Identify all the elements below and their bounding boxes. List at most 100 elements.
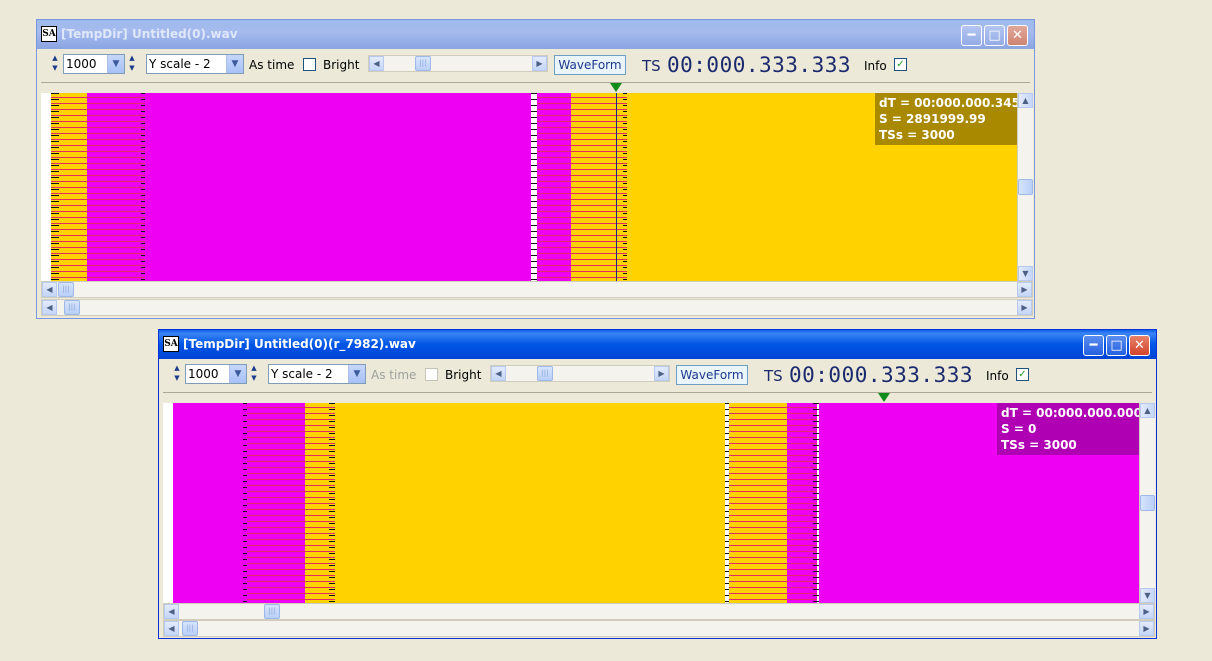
spectrum-window-2: SA [TempDir] Untitled(0)(r_7982).wav ━ □… bbox=[158, 329, 1157, 639]
info-dt: dT = 00:000.000.345 bbox=[879, 96, 1020, 110]
title-bar[interactable]: SA [TempDir] Untitled(0).wav ━ □ ✕ bbox=[37, 20, 1034, 49]
samples-combo[interactable]: 1000 ▼ bbox=[63, 54, 125, 74]
slider-thumb[interactable]: ||| bbox=[537, 366, 553, 381]
app-icon[interactable]: SA bbox=[41, 26, 57, 42]
info-checkbox[interactable]: ✓ bbox=[894, 58, 907, 71]
info-s: S = 2891999.99 bbox=[879, 112, 986, 126]
horizontal-scrollbar[interactable]: ◀ ||| ▶ bbox=[163, 603, 1155, 620]
scroll-left-icon[interactable]: ◀ bbox=[369, 56, 384, 71]
minimize-button[interactable]: ━ bbox=[961, 25, 982, 46]
scroll-right-icon[interactable]: ▶ bbox=[1017, 282, 1032, 297]
samples-value: 1000 bbox=[188, 367, 219, 381]
ts-value: 00:000.333.333 bbox=[667, 53, 852, 77]
samples-spin-left[interactable]: ▲ ▼ bbox=[172, 363, 182, 385]
info-tss: TSs = 3000 bbox=[1001, 438, 1077, 452]
scroll-left-icon[interactable]: ◀ bbox=[164, 604, 179, 619]
spectrum-band bbox=[335, 403, 725, 603]
samples-value: 1000 bbox=[66, 57, 97, 71]
spectrum-band bbox=[145, 93, 531, 281]
scroll-left-icon[interactable]: ◀ bbox=[491, 366, 506, 381]
scroll-down-icon[interactable]: ▼ bbox=[1140, 588, 1155, 603]
position-marker-icon[interactable] bbox=[878, 393, 890, 402]
spectrum-band bbox=[729, 403, 787, 603]
info-checkbox[interactable]: ✓ bbox=[1016, 368, 1029, 381]
window-title: [TempDir] Untitled(0)(r_7982).wav bbox=[183, 337, 416, 351]
scroll-right-icon[interactable]: ▶ bbox=[1017, 300, 1032, 315]
maximize-button[interactable]: □ bbox=[984, 25, 1005, 46]
ts-label: TS bbox=[764, 367, 783, 385]
spectrum-band bbox=[247, 403, 305, 603]
scroll-down-icon[interactable]: ▼ bbox=[1018, 266, 1033, 281]
as-time-label: As time bbox=[371, 368, 417, 382]
spectrum-band bbox=[173, 403, 247, 603]
horizontal-scrollbar[interactable]: ◀ ||| ▶ bbox=[41, 281, 1033, 298]
info-overlay: dT = 00:000.000.000 S = 0 TSs = 3000 bbox=[997, 403, 1142, 455]
spectrum-band bbox=[87, 93, 145, 281]
bright-label: Bright bbox=[323, 58, 360, 72]
info-label: Info bbox=[986, 369, 1009, 383]
scroll-left-icon[interactable]: ◀ bbox=[164, 621, 179, 636]
samples-spin-right[interactable]: ▲ ▼ bbox=[127, 53, 137, 75]
info-dt: dT = 00:000.000.000 bbox=[1001, 406, 1142, 420]
window-scroll-thumb[interactable]: ||| bbox=[182, 621, 198, 636]
title-bar[interactable]: SA [TempDir] Untitled(0)(r_7982).wav ━ □… bbox=[159, 330, 1156, 359]
maximize-icon: □ bbox=[1110, 338, 1123, 353]
scroll-right-icon[interactable]: ▶ bbox=[532, 56, 547, 71]
scroll-right-icon[interactable]: ▶ bbox=[1139, 621, 1154, 636]
bright-slider[interactable]: ◀ ||| ▶ bbox=[368, 55, 548, 72]
minimize-icon: ━ bbox=[967, 28, 976, 43]
yscale-value: Y scale - 2 bbox=[271, 367, 333, 381]
position-marker-icon[interactable] bbox=[610, 83, 622, 92]
scroll-up-icon[interactable]: ▲ bbox=[1018, 93, 1033, 108]
info-overlay: dT = 00:000.000.345 S = 2891999.99 TSs =… bbox=[875, 93, 1020, 145]
yscale-combo[interactable]: Y scale - 2 ▼ bbox=[146, 54, 244, 74]
time-cursor[interactable] bbox=[616, 93, 617, 281]
samples-spin-left[interactable]: ▲ ▼ bbox=[50, 53, 60, 75]
as-time-checkbox[interactable] bbox=[425, 368, 438, 381]
bright-slider[interactable]: ◀ ||| ▶ bbox=[490, 365, 670, 382]
yscale-combo[interactable]: Y scale - 2 ▼ bbox=[268, 364, 366, 384]
spectrogram-view[interactable]: dT = 00:000.000.345 S = 2891999.99 TSs =… bbox=[41, 93, 1020, 281]
scroll-left-icon[interactable]: ◀ bbox=[42, 282, 57, 297]
chevron-down-icon[interactable]: ▼ bbox=[229, 365, 246, 383]
info-label: Info bbox=[864, 59, 887, 73]
scroll-left-icon[interactable]: ◀ bbox=[42, 300, 57, 315]
vertical-scrollbar[interactable]: ▲ ▼ bbox=[1139, 403, 1155, 603]
maximize-button[interactable]: □ bbox=[1106, 335, 1127, 356]
close-button[interactable]: ✕ bbox=[1129, 335, 1150, 356]
chevron-down-icon[interactable]: ▼ bbox=[348, 365, 365, 383]
vscroll-thumb[interactable] bbox=[1018, 179, 1033, 195]
hscroll-thumb[interactable]: ||| bbox=[58, 282, 74, 297]
scroll-right-icon[interactable]: ▶ bbox=[654, 366, 669, 381]
waveform-button[interactable]: WaveForm bbox=[676, 365, 748, 385]
close-icon: ✕ bbox=[1012, 28, 1023, 43]
ts-label: TS bbox=[642, 57, 661, 75]
spectrum-window-1: SA [TempDir] Untitled(0).wav ━ □ ✕ ▲ ▼ 10… bbox=[36, 19, 1035, 319]
close-icon: ✕ bbox=[1134, 338, 1145, 353]
samples-combo[interactable]: 1000 ▼ bbox=[185, 364, 247, 384]
hscroll-thumb[interactable]: ||| bbox=[264, 604, 280, 619]
toolbar-divider bbox=[163, 392, 1152, 393]
scroll-right-icon[interactable]: ▶ bbox=[1139, 604, 1154, 619]
window-scrollbar[interactable]: ◀ ||| ▶ bbox=[41, 299, 1033, 316]
vscroll-thumb[interactable] bbox=[1140, 495, 1155, 511]
window-scrollbar[interactable]: ◀ ||| ▶ bbox=[163, 620, 1155, 637]
as-time-label: As time bbox=[249, 58, 295, 72]
window-title: [TempDir] Untitled(0).wav bbox=[61, 27, 238, 41]
window-scroll-thumb[interactable]: ||| bbox=[64, 300, 80, 315]
minimize-button[interactable]: ━ bbox=[1083, 335, 1104, 356]
yscale-value: Y scale - 2 bbox=[149, 57, 211, 71]
as-time-checkbox[interactable] bbox=[303, 58, 316, 71]
close-button[interactable]: ✕ bbox=[1007, 25, 1028, 46]
samples-spin-right[interactable]: ▲ ▼ bbox=[249, 363, 259, 385]
slider-thumb[interactable]: ||| bbox=[415, 56, 431, 71]
toolbar: ▲ ▼ 1000 ▼ ▲ ▼ Y scale - 2 ▼ As time Bright … bbox=[163, 362, 1152, 390]
maximize-icon: □ bbox=[988, 28, 1001, 43]
chevron-down-icon[interactable]: ▼ bbox=[226, 55, 243, 73]
app-icon[interactable]: SA bbox=[163, 336, 179, 352]
spectrogram-view[interactable]: dT = 00:000.000.000 S = 0 TSs = 3000 bbox=[163, 403, 1142, 603]
scroll-up-icon[interactable]: ▲ bbox=[1140, 403, 1155, 418]
vertical-scrollbar[interactable]: ▲ ▼ bbox=[1017, 93, 1033, 281]
chevron-down-icon[interactable]: ▼ bbox=[107, 55, 124, 73]
waveform-button[interactable]: WaveForm bbox=[554, 55, 626, 75]
